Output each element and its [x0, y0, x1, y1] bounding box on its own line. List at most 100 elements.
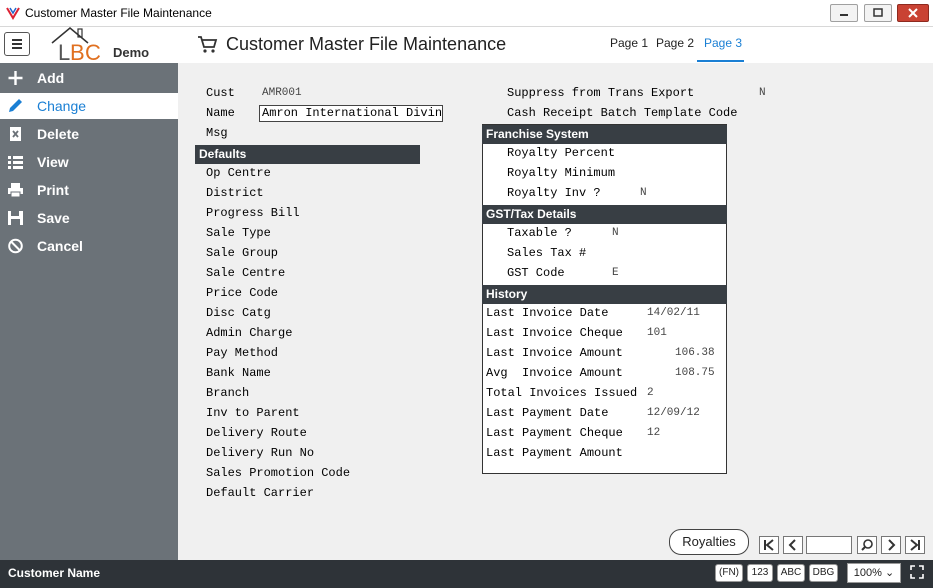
field-label: District [206, 186, 264, 200]
name-input[interactable]: Amron International Divin [259, 105, 443, 122]
sidebar-item-print[interactable]: Print [0, 177, 178, 203]
tab-page-3[interactable]: Page 3 [704, 36, 742, 50]
sidebar-item-change[interactable]: Change [0, 93, 178, 119]
field-label: Bank Name [206, 366, 271, 380]
field-label: Delivery Run No [206, 446, 315, 460]
field-label: Op Centre [206, 166, 271, 180]
search-button[interactable] [857, 536, 877, 554]
page-title: Customer Master File Maintenance [226, 34, 507, 54]
cust-label: Cust [206, 86, 235, 100]
next-record-button[interactable] [881, 536, 901, 554]
history-label: Last Invoice Date [486, 306, 609, 320]
search-icon [861, 539, 873, 551]
name-label: Name [206, 106, 235, 120]
first-icon [764, 539, 774, 551]
sidebar-item-label: View [37, 154, 69, 170]
field-label: Progress Bill [206, 206, 300, 220]
royalty-minimum-label: Royalty Minimum [507, 166, 616, 180]
royalty-inv-label: Royalty Inv ? [507, 186, 601, 200]
record-number-input[interactable] [806, 536, 852, 554]
cash-receipt-label: Cash Receipt Batch Template Code [507, 106, 738, 120]
sidebar-item-view[interactable]: View [0, 149, 178, 175]
app-icon [6, 7, 20, 20]
sales-tax-label: Sales Tax # [507, 246, 587, 260]
first-record-button[interactable] [759, 536, 779, 554]
expand-icon[interactable] [909, 564, 925, 580]
previous-record-button[interactable] [783, 536, 803, 554]
hamburger-icon [12, 39, 22, 49]
history-value: 14/02/11 [647, 307, 700, 319]
svg-text:C: C [85, 40, 101, 63]
minimize-icon [840, 14, 848, 16]
field-label: Admin Charge [206, 326, 293, 340]
last-icon [910, 539, 920, 551]
cancel-icon [8, 238, 23, 254]
sidebar-item-cancel[interactable]: Cancel [0, 233, 178, 259]
chevron-left-icon [788, 539, 796, 551]
tab-page-1[interactable]: Page 1 [610, 36, 648, 50]
window-title: Customer Master File Maintenance [25, 6, 212, 20]
field-label: Sales Promotion Code [206, 466, 351, 480]
history-label: Last Invoice Cheque [486, 326, 623, 340]
history-label: Last Payment Date [486, 406, 609, 420]
field-label: Delivery Route [206, 426, 307, 440]
field-label: Disc Catg [206, 306, 271, 320]
sidebar-item-label: Change [37, 98, 87, 114]
history-value: 12 [647, 427, 661, 439]
status-button-dbg[interactable]: DBG [809, 564, 838, 582]
taxable-value: N [612, 227, 619, 239]
franchise-section-header: Franchise System [482, 125, 727, 144]
history-value: 101 [647, 327, 667, 339]
sidebar-item-label: Print [37, 182, 69, 198]
history-value: 106.38 [675, 347, 715, 359]
printer-icon [8, 183, 23, 198]
status-button-fn[interactable]: (FN) [715, 564, 743, 582]
sidebar-item-add[interactable]: Add [0, 65, 178, 91]
status-button-abc[interactable]: ABC [777, 564, 805, 582]
sidebar-item-save[interactable]: Save [0, 205, 178, 231]
gst-code-value: E [612, 267, 619, 279]
royalties-button[interactable]: Royalties [669, 529, 749, 555]
close-button[interactable] [897, 4, 929, 22]
msg-label: Msg [206, 126, 228, 140]
field-label: Branch [206, 386, 250, 400]
last-record-button[interactable] [905, 536, 925, 554]
maximize-icon [873, 8, 883, 17]
maximize-button[interactable] [864, 4, 892, 22]
plus-icon [8, 71, 23, 85]
minimize-button[interactable] [830, 4, 858, 22]
suppress-value: N [759, 87, 766, 99]
status-field-name: Customer Name [8, 566, 101, 580]
history-label: Last Payment Cheque [486, 426, 623, 440]
tab-page-2[interactable]: Page 2 [656, 36, 694, 50]
company-logo: L B C [51, 27, 101, 63]
list-icon [8, 156, 23, 169]
field-label: Sale Type [206, 226, 271, 240]
field-label: Price Code [206, 286, 279, 300]
status-button-123[interactable]: 123 [747, 564, 773, 582]
field-label: Default Carrier [206, 486, 315, 500]
delete-icon [10, 127, 21, 141]
field-label: Sale Group [206, 246, 279, 260]
sidebar-item-label: Save [37, 210, 70, 226]
zoom-select[interactable]: 100% ⌄ [847, 563, 901, 583]
defaults-section-header: Defaults [195, 145, 420, 164]
logo-subtitle: Demo [113, 45, 150, 60]
field-label: Inv to Parent [206, 406, 300, 420]
sidebar-item-label: Add [37, 70, 65, 86]
sidebar-item-label: Cancel [37, 238, 83, 254]
zoom-value: 100% [853, 567, 882, 579]
hamburger-menu-button[interactable] [4, 32, 30, 56]
history-value: 12/09/12 [647, 407, 700, 419]
history-label: Total Invoices Issued [486, 386, 638, 400]
history-value: 108.75 [675, 367, 715, 379]
svg-text:L: L [58, 40, 70, 63]
close-icon [908, 8, 918, 18]
sidebar: Add Change Delete View Print Save Cancel [0, 63, 178, 560]
history-section-header: History [482, 285, 727, 304]
sidebar-item-delete[interactable]: Delete [0, 121, 178, 147]
suppress-label: Suppress from Trans Export [507, 86, 695, 100]
field-label: Pay Method [206, 346, 279, 360]
cust-value: AMR001 [262, 87, 302, 99]
history-label: Last Payment Amount [486, 446, 623, 460]
